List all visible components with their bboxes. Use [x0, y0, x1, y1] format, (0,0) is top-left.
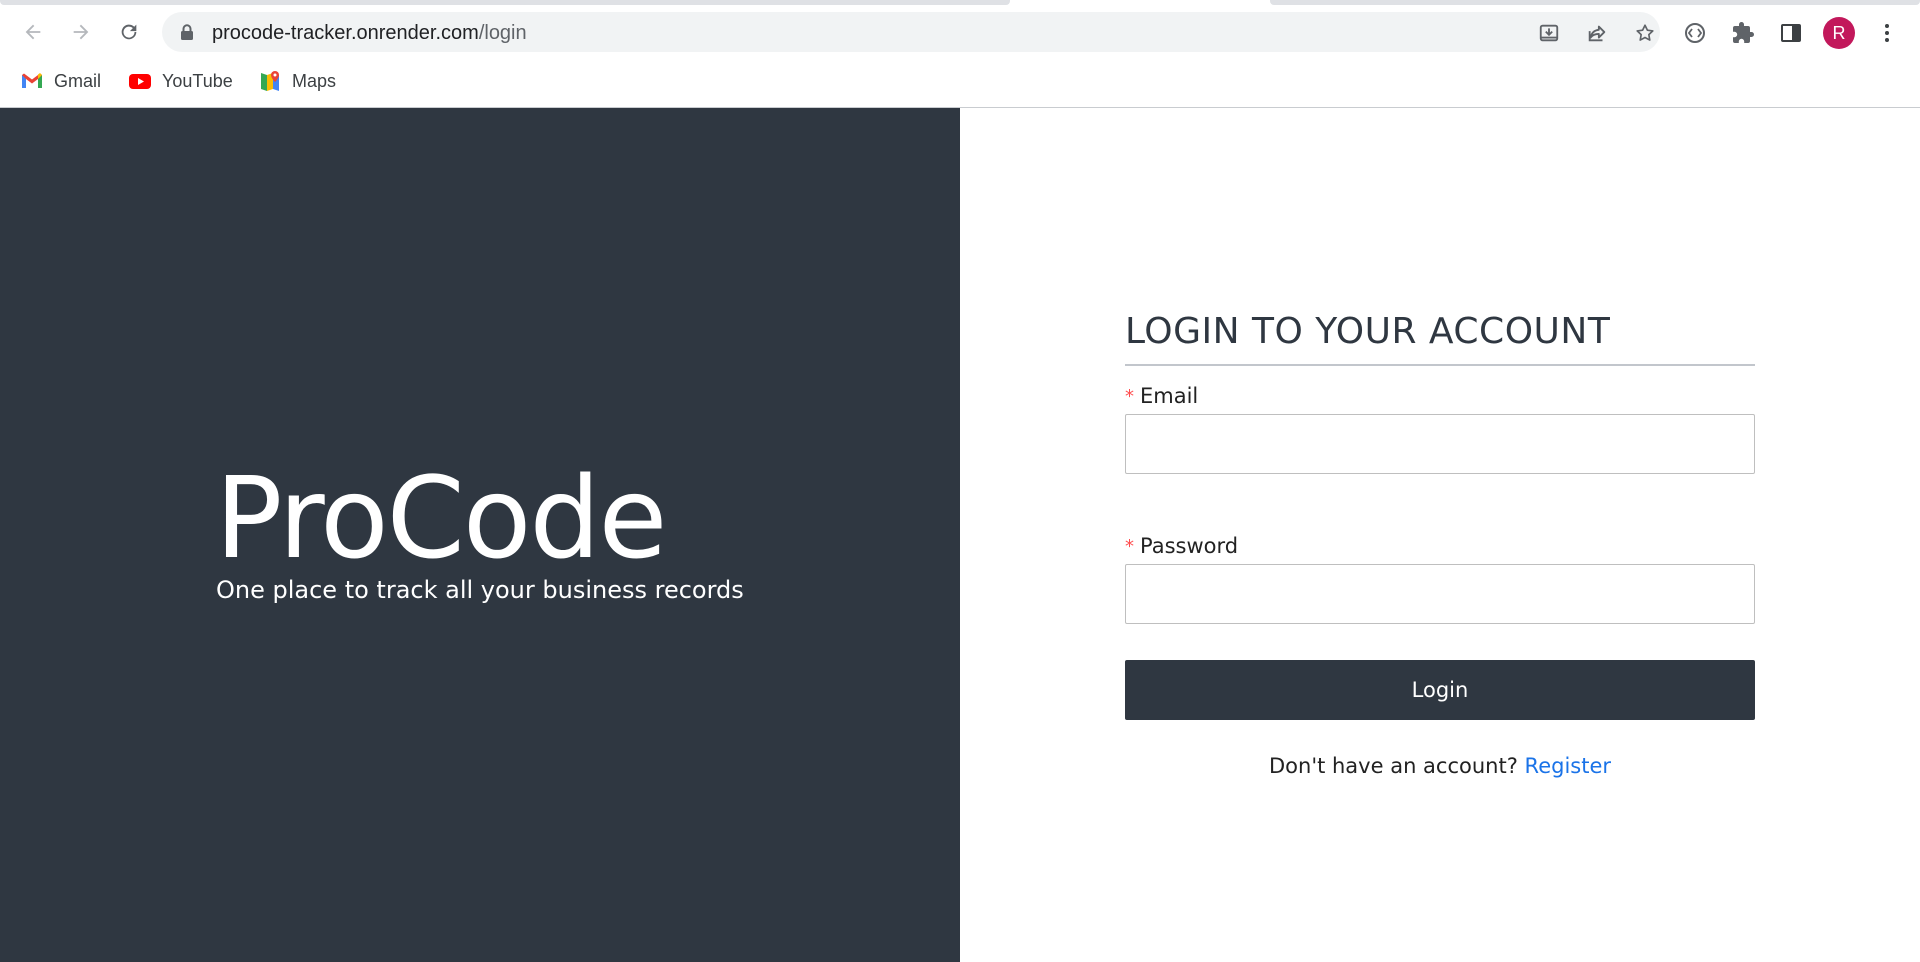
tab-background: [1270, 0, 1920, 5]
tagline: One place to track all your business rec…: [216, 576, 744, 604]
share-icon[interactable]: [1584, 20, 1610, 46]
bookmark-gmail[interactable]: Gmail: [20, 68, 101, 94]
browser-toolbar: procode-tracker.onrender.com/login R: [0, 9, 1920, 56]
side-panel-icon[interactable]: [1776, 18, 1806, 48]
email-label-text: Email: [1140, 384, 1199, 408]
url-text: procode-tracker.onrender.com/login: [212, 22, 527, 45]
bookmark-star-icon[interactable]: [1632, 20, 1658, 46]
youtube-icon: [129, 74, 151, 89]
login-form: LOGIN TO YOUR ACCOUNT * Email * Password…: [1125, 308, 1755, 778]
url-host: procode-tracker.onrender.com: [212, 22, 479, 44]
forward-arrow-icon[interactable]: [66, 17, 96, 47]
form-title: LOGIN TO YOUR ACCOUNT: [1125, 311, 1611, 352]
email-label: * Email: [1125, 384, 1755, 408]
required-marker: *: [1125, 385, 1134, 407]
tab-strip: [0, 0, 1920, 9]
gmail-icon: [22, 73, 42, 88]
register-prompt-text: Don't have an account?: [1268, 754, 1518, 778]
register-link[interactable]: Register: [1525, 754, 1611, 778]
reload-icon[interactable]: [114, 17, 144, 47]
login-button[interactable]: Login: [1125, 660, 1755, 720]
bookmarks-bar: Gmail YouTube Maps: [0, 56, 1920, 108]
install-app-icon[interactable]: [1536, 20, 1562, 46]
brand-logo-text: ProCode: [215, 454, 667, 584]
hero-panel: ProCode One place to track all your busi…: [0, 108, 960, 962]
title-divider: [1125, 364, 1755, 366]
password-label: * Password: [1125, 534, 1755, 558]
maps-icon: [261, 71, 279, 91]
more-vert-icon[interactable]: [1872, 18, 1902, 48]
bookmark-label: YouTube: [162, 70, 233, 91]
page-content: ProCode One place to track all your busi…: [0, 108, 1920, 962]
profile-avatar[interactable]: R: [1823, 17, 1855, 49]
required-marker: *: [1125, 535, 1134, 557]
password-label-text: Password: [1140, 534, 1239, 558]
bookmark-maps[interactable]: Maps: [258, 68, 336, 94]
lock-icon: [181, 24, 193, 40]
extension-api-icon[interactable]: [1680, 18, 1710, 48]
back-arrow-icon[interactable]: [18, 17, 48, 47]
bookmark-youtube[interactable]: YouTube: [128, 68, 233, 94]
address-bar[interactable]: procode-tracker.onrender.com/login: [162, 12, 1660, 52]
puzzle-extensions-icon[interactable]: [1728, 18, 1758, 48]
bookmark-label: Maps: [292, 70, 337, 91]
bookmark-label: Gmail: [54, 70, 102, 91]
password-field[interactable]: [1125, 564, 1755, 624]
url-path: /login: [478, 22, 527, 44]
email-field[interactable]: [1125, 414, 1755, 474]
tab-background: [0, 0, 1010, 5]
register-prompt: Don't have an account? Register: [1125, 754, 1755, 778]
